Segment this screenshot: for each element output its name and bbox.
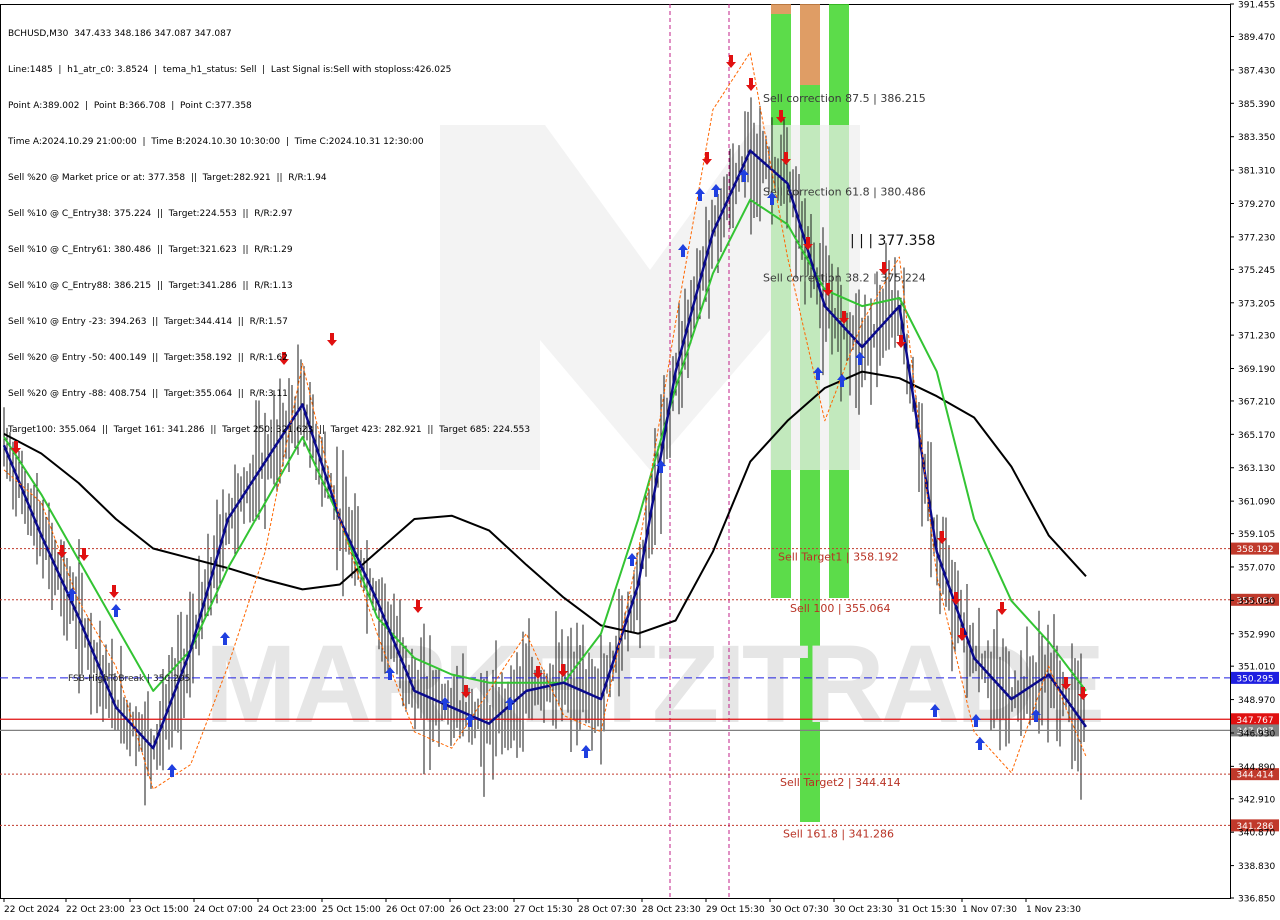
y-tick-label: 340.870 [1238,829,1275,839]
y-tick-label: 389.470 [1238,33,1275,43]
zone-column [771,4,791,14]
info-line: Sell %10 @ C_Entry88: 386.215 || Target:… [8,281,293,291]
y-tick-label: 391.455 [1238,1,1275,11]
info-line: Sell %20 @ Entry -88: 408.754 || Target:… [8,389,288,399]
y-tick-label: 375.245 [1238,266,1275,276]
y-tick-label: 352.990 [1238,630,1275,640]
y-tick-label: 338.830 [1238,862,1275,872]
info-line: Point A:389.002 | Point B:366.708 | Poin… [8,101,252,111]
x-tick-label: 30 Oct 23:30 [834,905,893,915]
x-tick-label: 1 Nov 07:30 [962,905,1017,915]
level-tag-label: 350.295 [1236,674,1273,684]
y-tick-label: 346.930 [1238,729,1275,739]
info-line: Sell %10 @ C_Entry38: 375.224 || Target:… [8,209,293,219]
info-line: Line:1485 | h1_atr_c0: 3.8524 | tema_h1_… [8,65,452,75]
x-tick-label: 28 Oct 07:30 [578,905,637,915]
level-tag-label: 358.192 [1236,545,1273,555]
info-line: Sell %10 @ Entry -23: 394.263 || Target:… [8,317,288,327]
x-tick-label: 27 Oct 15:30 [514,905,573,915]
x-tick-label: 22 Oct 23:00 [66,905,125,915]
chart-annotation: Sell 100 | 355.064 [790,602,891,615]
symbol-line: BCHUSD,M30 347.433 348.186 347.087 347.0… [8,29,232,39]
chart-window: MARKETZITRADE 358.192 355.064 350.295 347.7… [0,0,1280,920]
info-line: Sell %20 @ Entry -50: 400.149 || Target:… [8,353,288,363]
x-tick-label: 29 Oct 15:30 [706,905,765,915]
y-tick-label: 361.090 [1238,498,1275,508]
chart-annotation: Sell correction 38.2 | 375.224 [763,272,926,285]
y-tick-label: 367.210 [1238,397,1275,407]
y-tick-label: 385.390 [1238,100,1275,110]
x-tick-label: 24 Oct 07:00 [194,905,253,915]
y-tick-label: 336.850 [1238,895,1275,905]
level-tag-label: 347.767 [1236,716,1273,726]
y-tick-label: 357.070 [1238,563,1275,573]
y-tick-label: 373.205 [1238,299,1275,309]
info-line: Sell %20 @ Market price or at: 377.358 |… [8,173,327,183]
y-tick-label: 363.130 [1238,464,1275,474]
chart-annotation: FSB-HighToBreak | 350.295 [68,674,190,684]
y-tick-label: 371.230 [1238,332,1275,342]
y-tick-label: 379.270 [1238,200,1275,210]
y-tick-label: 348.970 [1238,696,1275,706]
chart-annotation: Sell Target2 | 344.414 [780,776,901,789]
chart-info-panel: BCHUSD,M30 347.433 348.186 347.087 347.0… [8,4,530,460]
x-tick-label: 30 Oct 07:30 [770,905,829,915]
y-tick-label: 355.030 [1238,597,1275,607]
y-tick-label: 369.190 [1238,365,1275,375]
x-tick-label: 22 Oct 2024 [4,905,60,915]
chart-annotation: Sell correction 87.5 | 386.215 [763,92,926,105]
info-line: Time A:2024.10.29 21:00:00 | Time B:2024… [8,137,424,147]
info-line: Target100: 355.064 || Target 161: 341.28… [8,425,531,435]
y-tick-label: 351.010 [1238,663,1275,673]
y-tick-label: 365.170 [1238,431,1275,441]
info-line: Sell %10 @ C_Entry61: 380.486 || Target:… [8,245,293,255]
y-tick-label: 377.230 [1238,233,1275,243]
chart-annotation: Sell correction 61.8 | 380.486 [763,186,926,199]
zone-column [800,4,820,85]
x-tick-label: 24 Oct 23:00 [258,905,317,915]
x-tick-label: 1 Nov 23:30 [1026,905,1081,915]
point-c-label: | | | 377.358 [850,233,935,249]
x-tick-label: 23 Oct 15:00 [130,905,189,915]
x-tick-label: 25 Oct 15:00 [322,905,381,915]
x-tick-label: 26 Oct 23:00 [450,905,509,915]
y-tick-label: 383.350 [1238,133,1275,143]
chart-annotation: Sell Target1 | 358.192 [778,551,899,564]
y-tick-label: 344.890 [1238,763,1275,773]
x-tick-label: 28 Oct 23:30 [642,905,701,915]
y-tick-label: 359.105 [1238,530,1275,540]
chart-annotation: Sell 161.8 | 341.286 [783,827,894,840]
y-tick-label: 387.430 [1238,66,1275,76]
x-tick-label: 31 Oct 15:30 [898,905,957,915]
y-tick-label: 342.910 [1238,795,1275,805]
x-tick-label: 26 Oct 07:00 [386,905,445,915]
y-tick-label: 381.310 [1238,167,1275,177]
